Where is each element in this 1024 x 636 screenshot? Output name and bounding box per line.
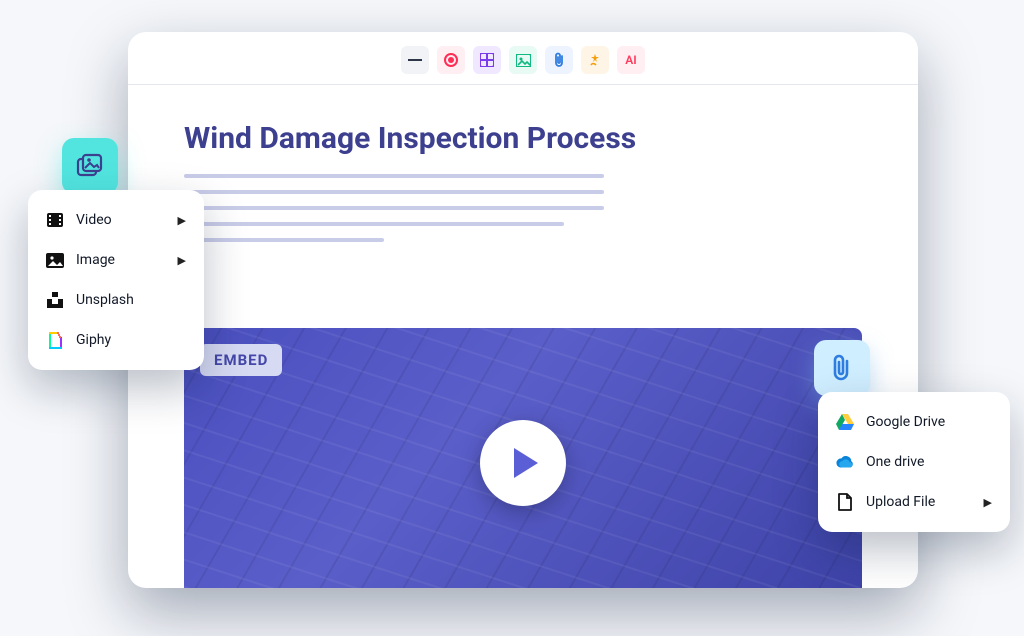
media-tool-button[interactable] [509, 46, 537, 74]
attach-menu-item-upload-file[interactable]: Upload File ▶ [818, 482, 1010, 522]
media-menu-trigger[interactable] [62, 138, 118, 194]
chevron-right-icon: ▶ [178, 214, 186, 227]
media-menu-item-giphy[interactable]: Giphy [28, 320, 204, 360]
attach-menu: Google Drive One drive Upload File ▶ [818, 392, 1010, 532]
document-content: Wind Damage Inspection Process [128, 85, 918, 242]
editor-window: AI Wind Damage Inspection Process EMBED [128, 32, 918, 588]
media-gallery-icon [76, 153, 104, 179]
menu-item-label: Upload File [866, 494, 935, 510]
attach-menu-item-google-drive[interactable]: Google Drive [818, 402, 1010, 442]
text-placeholder-line [184, 222, 564, 226]
chevron-right-icon: ▶ [178, 254, 186, 267]
text-placeholder-line [184, 206, 604, 210]
file-icon [836, 493, 854, 511]
giphy-icon [46, 331, 64, 349]
video-icon [46, 211, 64, 229]
embedded-video[interactable]: EMBED [184, 328, 862, 588]
menu-item-label: Google Drive [866, 414, 945, 430]
menu-item-label: One drive [866, 454, 924, 470]
paperclip-icon [831, 354, 853, 382]
editor-toolbar: AI [128, 32, 918, 85]
google-drive-icon [836, 413, 854, 431]
unsplash-icon [46, 291, 64, 309]
page-title: Wind Damage Inspection Process [184, 121, 862, 156]
table-tool-button[interactable] [473, 46, 501, 74]
text-placeholder-line [184, 238, 384, 242]
attach-menu-item-one-drive[interactable]: One drive [818, 442, 1010, 482]
menu-item-label: Image [76, 252, 115, 268]
play-icon [511, 446, 541, 480]
chevron-right-icon: ▶ [984, 496, 992, 509]
attachment-tool-button[interactable] [545, 46, 573, 74]
ai-tool-button[interactable]: AI [617, 46, 645, 74]
record-tool-button[interactable] [437, 46, 465, 74]
onedrive-icon [836, 453, 854, 471]
text-placeholder-line [184, 174, 604, 178]
image-icon [46, 251, 64, 269]
attach-menu-trigger[interactable] [814, 340, 870, 396]
menu-item-label: Giphy [76, 332, 111, 348]
text-placeholder-line [184, 190, 604, 194]
menu-item-label: Unsplash [76, 292, 134, 308]
action-tool-button[interactable] [581, 46, 609, 74]
ai-tool-label: AI [625, 53, 636, 67]
media-menu: Video ▶ Image ▶ Unsplash Giphy [28, 190, 204, 370]
play-button[interactable] [480, 420, 566, 506]
menu-item-label: Video [76, 212, 112, 228]
embed-badge: EMBED [200, 344, 282, 376]
media-menu-item-image[interactable]: Image ▶ [28, 240, 204, 280]
divider-tool-button[interactable] [401, 46, 429, 74]
media-menu-item-video[interactable]: Video ▶ [28, 200, 204, 240]
media-menu-item-unsplash[interactable]: Unsplash [28, 280, 204, 320]
